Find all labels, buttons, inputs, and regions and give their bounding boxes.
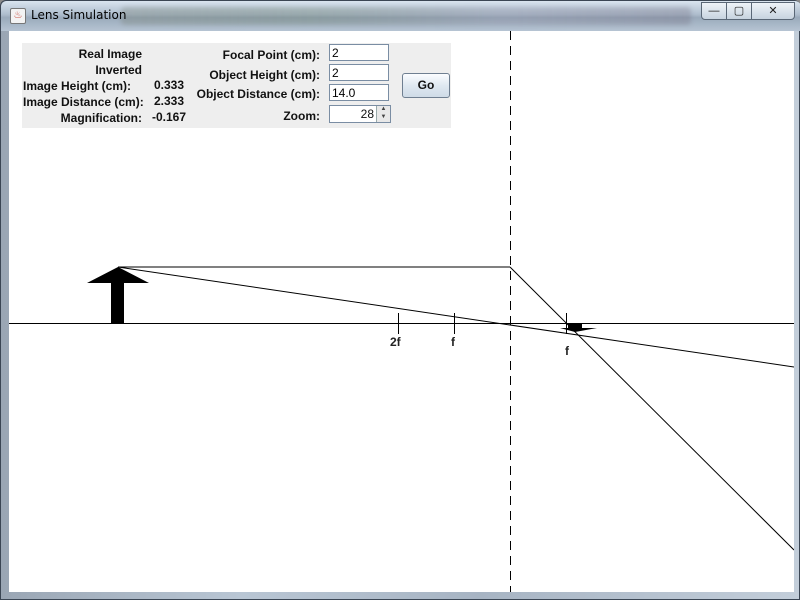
close-button[interactable]: ✕: [751, 2, 795, 20]
image-height-value: 0.333: [154, 78, 185, 92]
image-arrow-head: [560, 328, 597, 332]
object-distance-input[interactable]: [329, 84, 389, 101]
magnification-value: -0.167: [152, 110, 187, 124]
tick-2f-label: 2f: [390, 335, 401, 349]
image-height-label: Image Height (cm):: [23, 79, 132, 93]
object-arrow-head: [87, 267, 149, 283]
info-panel: Real Image Inverted Image Height (cm): 0…: [22, 43, 451, 128]
java-cup-icon[interactable]: ♨: [10, 8, 26, 24]
go-button[interactable]: Go: [402, 73, 450, 98]
image-distance-label: Image Distance (cm):: [23, 95, 144, 109]
title-bar-background: [121, 7, 691, 25]
orientation-text: Inverted: [95, 63, 142, 77]
maximize-button[interactable]: ▢: [726, 2, 752, 20]
object-arrow-shaft: [111, 279, 124, 323]
object-height-input[interactable]: [329, 64, 389, 81]
zoom-spinner[interactable]: 28 ▲ ▼: [329, 105, 391, 123]
focal-point-label: Focal Point (cm):: [222, 48, 320, 62]
focal-point-input[interactable]: [329, 44, 389, 61]
ray-refracted: [509, 266, 794, 551]
image-distance-value: 2.333: [154, 94, 185, 108]
window-controls: — ▢ ✕: [701, 2, 795, 20]
zoom-down-button[interactable]: ▼: [376, 114, 390, 122]
object-height-label: Object Height (cm):: [209, 68, 320, 82]
title-bar[interactable]: ♨ Lens Simulation — ▢ ✕: [1, 1, 800, 31]
minimize-button[interactable]: —: [701, 2, 727, 20]
object-distance-label: Object Distance (cm):: [196, 87, 320, 101]
app-window: ♨ Lens Simulation — ▢ ✕ 2f f f Real Imag…: [0, 0, 800, 600]
tick-f-right-label: f: [565, 344, 569, 358]
zoom-up-button[interactable]: ▲: [376, 106, 390, 114]
simulation-area: 2f f f Real Image Inverted Image Height …: [9, 31, 794, 592]
ray-through-center: [117, 266, 794, 368]
image-type-text: Real Image: [78, 47, 142, 61]
zoom-label: Zoom:: [283, 109, 320, 123]
window-title: Lens Simulation: [31, 8, 127, 22]
magnification-label: Magnification:: [60, 111, 142, 125]
zoom-value: 28: [360, 107, 374, 121]
tick-f-left-label: f: [451, 335, 455, 349]
